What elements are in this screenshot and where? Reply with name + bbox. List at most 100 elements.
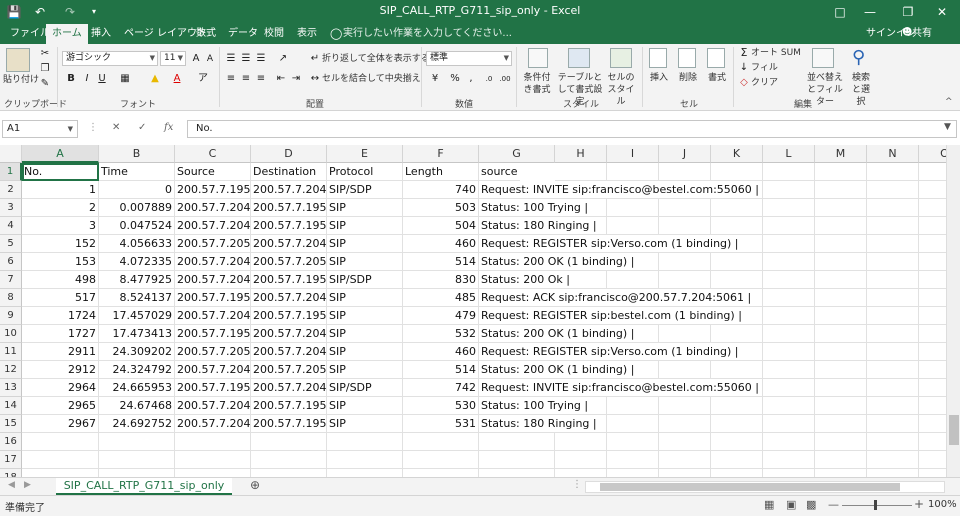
prev-sheet-icon[interactable]: ◀ <box>8 480 15 490</box>
table-cell[interactable]: 200.57.7.195 <box>251 271 327 289</box>
table-cell[interactable]: SIP <box>327 343 403 361</box>
empty-cell[interactable] <box>867 433 919 451</box>
empty-cell[interactable] <box>867 271 919 289</box>
row-header[interactable]: 7 <box>0 271 22 289</box>
formula-input[interactable]: No. <box>187 120 957 138</box>
empty-cell[interactable] <box>22 469 99 477</box>
empty-cell[interactable] <box>815 271 867 289</box>
empty-cell[interactable] <box>919 163 946 181</box>
empty-cell[interactable] <box>251 451 327 469</box>
table-cell[interactable]: 200.57.7.204 <box>175 253 251 271</box>
row-header[interactable]: 3 <box>0 199 22 217</box>
empty-cell[interactable] <box>403 451 479 469</box>
empty-cell[interactable] <box>763 199 815 217</box>
empty-cell[interactable] <box>919 289 946 307</box>
column-header[interactable]: B <box>99 145 175 163</box>
restore-button[interactable]: ❐ <box>890 0 926 24</box>
header-cell[interactable]: source <box>479 163 520 181</box>
table-cell[interactable]: Status: 200 OK (1 binding) | <box>479 325 637 343</box>
align-center-icon[interactable]: ≡ <box>239 72 253 86</box>
column-header[interactable]: L <box>763 145 815 163</box>
row-header[interactable]: 10 <box>0 325 22 343</box>
zoom-out-icon[interactable]: — <box>828 498 839 511</box>
table-cell[interactable]: 0 <box>99 181 175 199</box>
empty-cell[interactable] <box>815 397 867 415</box>
empty-cell[interactable] <box>867 451 919 469</box>
table-cell[interactable]: 200.57.7.204 <box>175 361 251 379</box>
zoom-level[interactable]: 100% <box>928 499 957 510</box>
empty-cell[interactable] <box>763 235 815 253</box>
table-cell[interactable]: 24.309202 <box>99 343 175 361</box>
empty-cell[interactable] <box>815 343 867 361</box>
split-handle-icon[interactable]: ⋮ <box>572 479 582 490</box>
column-header[interactable]: K <box>711 145 763 163</box>
empty-cell[interactable] <box>555 433 607 451</box>
table-cell[interactable]: 200.57.7.204 <box>251 289 327 307</box>
customize-toolbar-icon[interactable]: ▾ <box>88 3 100 21</box>
decrease-font-icon[interactable]: A <box>203 52 217 66</box>
row-header[interactable]: 18 <box>0 469 22 477</box>
empty-cell[interactable] <box>867 469 919 477</box>
select-all-corner[interactable] <box>0 145 22 163</box>
empty-cell[interactable] <box>815 253 867 271</box>
empty-cell[interactable] <box>607 397 659 415</box>
empty-cell[interactable] <box>403 469 479 477</box>
table-cell[interactable]: SIP <box>327 289 403 307</box>
clear-button[interactable]: クリア <box>751 77 778 89</box>
empty-cell[interactable] <box>867 235 919 253</box>
undo-icon[interactable]: ↶ <box>32 3 48 21</box>
empty-cell[interactable] <box>815 181 867 199</box>
find-select-button[interactable]: 検索と選択 <box>848 72 874 108</box>
align-bottom-icon[interactable]: ☰ <box>254 52 268 66</box>
tab-formulas[interactable]: 数式 <box>190 24 222 44</box>
row-header[interactable]: 5 <box>0 235 22 253</box>
save-icon[interactable]: 💾 <box>6 3 22 21</box>
empty-cell[interactable] <box>867 415 919 433</box>
align-left-icon[interactable]: ≡ <box>224 72 238 86</box>
table-cell[interactable]: 0.007889 <box>99 199 175 217</box>
empty-cell[interactable] <box>711 433 763 451</box>
table-cell[interactable]: 514 <box>403 361 479 379</box>
empty-cell[interactable] <box>711 217 763 235</box>
table-cell[interactable]: 2911 <box>22 343 99 361</box>
italic-icon[interactable]: I <box>80 72 94 86</box>
empty-cell[interactable] <box>607 451 659 469</box>
empty-cell[interactable] <box>659 451 711 469</box>
decrease-decimal-icon[interactable]: .00 <box>498 72 512 86</box>
number-format-dropdown[interactable]: 標準 ▼ <box>426 51 512 66</box>
tab-view[interactable]: 表示 <box>291 24 323 44</box>
table-cell[interactable]: SIP <box>327 217 403 235</box>
table-cell[interactable]: SIP <box>327 361 403 379</box>
empty-cell[interactable] <box>919 433 946 451</box>
table-cell[interactable]: 2912 <box>22 361 99 379</box>
table-cell[interactable]: 200.57.7.205 <box>251 361 327 379</box>
empty-cell[interactable] <box>919 307 946 325</box>
empty-cell[interactable] <box>607 217 659 235</box>
table-cell[interactable]: 24.324792 <box>99 361 175 379</box>
align-top-icon[interactable]: ☰ <box>224 52 238 66</box>
column-header[interactable]: N <box>867 145 919 163</box>
table-cell[interactable]: 4.072335 <box>99 253 175 271</box>
table-cell[interactable]: 3 <box>22 217 99 235</box>
conditional-format-button[interactable]: 条件付き書式 <box>520 72 554 96</box>
empty-cell[interactable] <box>815 307 867 325</box>
table-cell[interactable]: 200.57.7.204 <box>175 397 251 415</box>
column-header[interactable]: C <box>175 145 251 163</box>
table-cell[interactable]: 742 <box>403 379 479 397</box>
empty-cell[interactable] <box>607 469 659 477</box>
empty-cell[interactable] <box>763 217 815 235</box>
empty-cell[interactable] <box>919 271 946 289</box>
table-cell[interactable]: 8.524137 <box>99 289 175 307</box>
table-cell[interactable]: Request: REGISTER sip:bestel.com (1 bind… <box>479 307 744 325</box>
page-break-view-icon[interactable]: ▩ <box>806 498 816 511</box>
empty-cell[interactable] <box>659 325 711 343</box>
table-cell[interactable]: 200.57.7.204 <box>175 415 251 433</box>
empty-cell[interactable] <box>479 469 555 477</box>
empty-cell[interactable] <box>919 469 946 477</box>
table-cell[interactable]: 200.57.7.195 <box>251 415 327 433</box>
table-cell[interactable]: 200.57.7.195 <box>175 379 251 397</box>
format-painter-icon[interactable]: ✎ <box>38 77 52 91</box>
empty-cell[interactable] <box>867 307 919 325</box>
empty-cell[interactable] <box>763 397 815 415</box>
table-cell[interactable]: Status: 200 Ok | <box>479 271 572 289</box>
